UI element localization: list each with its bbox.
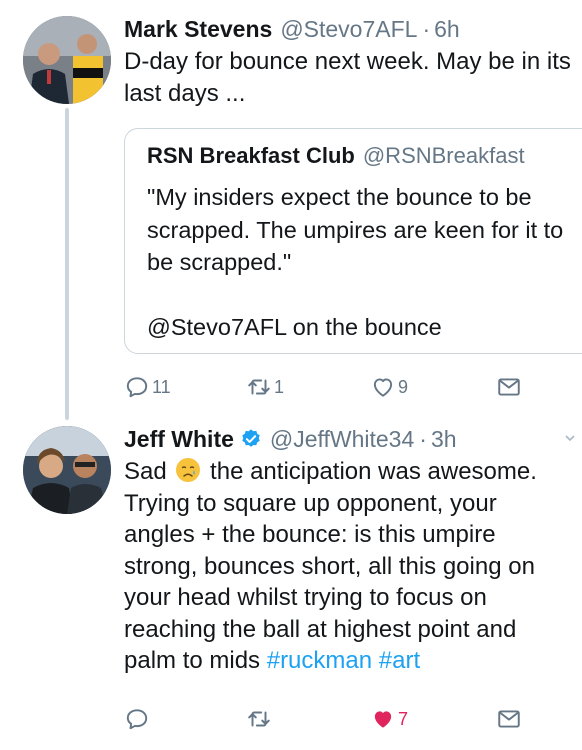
heart-filled-icon [374,711,392,728]
retweet-icon [248,711,270,727]
direct-message-button[interactable] [496,374,522,400]
verified-badge-icon [242,429,260,447]
tweet-time[interactable]: 6h [434,14,460,44]
tweet-text-rest: the anticipation was awesome. Trying to … [124,458,537,674]
reply-button[interactable] [124,706,150,732]
envelope-icon [498,378,520,396]
tweet-text: Sad the anticipation was awesome. Trying… [124,456,574,677]
quoted-tweet-card[interactable]: RSN Breakfast Club @RSNBreakfast "My ins… [124,128,582,354]
crying-face-emoji-icon [176,458,201,482]
tweet2-action-bar: 7 [124,706,524,736]
tweet-time[interactable]: 3h [431,424,457,454]
like-button[interactable]: 9 [370,374,408,400]
reply-count: 11 [152,376,171,397]
header-separator: · [422,16,431,42]
retweet-button[interactable] [246,706,272,732]
avatar-mark-stevens[interactable] [23,16,111,104]
avatar-jeff-white[interactable] [23,426,111,514]
retweet-button[interactable]: 1 [246,374,284,400]
avatar-photo-icon [23,426,111,514]
author-name[interactable]: Jeff White [124,424,234,454]
envelope-icon [498,710,520,728]
reply-icon [126,377,148,398]
tweet1-action-bar: 11 1 9 [124,374,524,404]
heart-outline-icon [373,378,393,397]
reply-icon [126,709,148,730]
retweet-icon [248,379,270,395]
quoted-tweet-text: "My insiders expect the bounce to be scr… [147,181,567,343]
direct-message-button[interactable] [496,706,522,732]
tweet-text-start: Sad [124,458,167,485]
author-handle[interactable]: @Stevo7AFL [280,14,417,44]
tweet-header: Mark Stevens @Stevo7AFL · 6h [124,14,582,44]
thread-connector-line [65,108,69,420]
author-handle[interactable]: @JeffWhite34 [270,424,414,454]
author-name[interactable]: Mark Stevens [124,14,272,44]
quoted-paragraph-1: "My insiders expect the bounce to be scr… [147,184,564,275]
chevron-down-icon[interactable] [564,432,576,444]
tweet-text: D-day for bounce next week. May be in it… [124,48,571,107]
quoted-paragraph-2: @Stevo7AFL on the bounce [147,313,442,340]
avatar-photo-icon [23,16,111,104]
tweet-mark-stevens[interactable]: Mark Stevens @Stevo7AFL · 6h D-day for b… [124,14,582,109]
reply-button[interactable]: 11 [124,374,171,400]
retweet-count: 1 [274,376,285,397]
quoted-author-handle: @RSNBreakfast [362,143,525,168]
like-button-active[interactable]: 7 [370,706,408,732]
like-count: 7 [398,708,409,729]
header-separator: · [419,426,427,452]
tweet-header: Jeff White @JeffWhite34 · 3h [124,424,582,454]
like-count: 9 [398,376,409,397]
quoted-tweet-header: RSN Breakfast Club @RSNBreakfast [147,141,582,171]
quoted-author-name: RSN Breakfast Club [147,143,355,168]
hashtag-link[interactable]: #art [379,647,420,674]
tweet-jeff-white[interactable]: Jeff White @JeffWhite34 · 3h Sad the ant… [124,424,582,677]
hashtag-link[interactable]: #ruckman [267,647,372,674]
